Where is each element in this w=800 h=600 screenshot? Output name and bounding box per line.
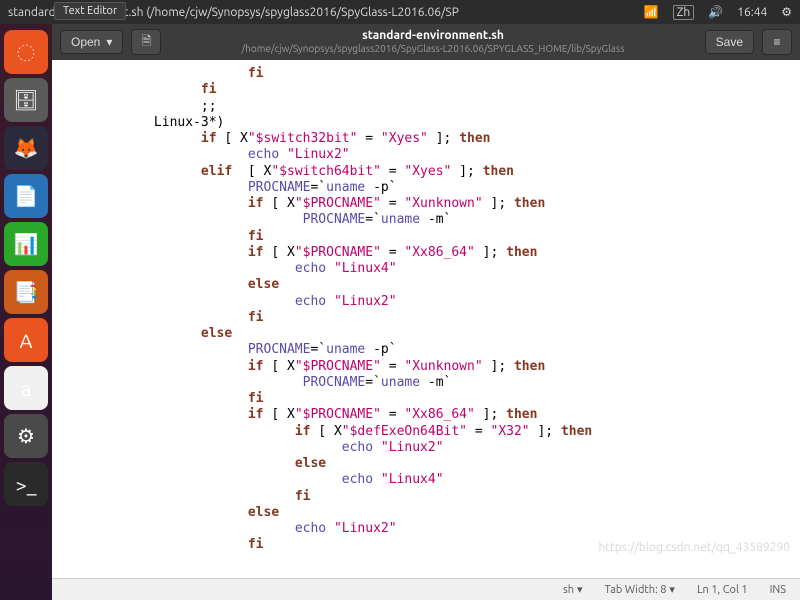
new-file-icon: 🗎 <box>142 32 152 53</box>
code-line[interactable]: fi <box>60 229 800 245</box>
code-line[interactable]: Linux-3*) <box>60 115 800 131</box>
save-label: Save <box>716 35 743 49</box>
code-line[interactable]: elif [ X"$switch64bit" = "Xyes" ]; then <box>60 164 800 180</box>
launcher-ubuntu-dash[interactable]: ◌ <box>4 30 48 74</box>
code-line[interactable]: ;; <box>60 99 800 115</box>
gear-icon[interactable]: ⚙ <box>781 5 792 19</box>
source-code[interactable]: fi fi ;; Linux-3*) if [ X"$switch32bit" … <box>52 60 800 560</box>
launcher-software[interactable]: A <box>4 318 48 362</box>
code-line[interactable]: else <box>60 277 800 293</box>
launcher-writer[interactable]: 📄 <box>4 174 48 218</box>
code-line[interactable]: fi <box>60 82 800 98</box>
code-line[interactable]: echo "Linux4" <box>60 261 800 277</box>
code-line[interactable]: PROCNAME=`uname -m` <box>60 375 800 391</box>
status-bar: sh ▾ Tab Width: 8 ▾ Ln 1, Col 1 INS <box>52 578 800 600</box>
code-line[interactable]: fi <box>60 391 800 407</box>
document-filename: standard-environment.sh <box>169 29 696 43</box>
code-line[interactable]: if [ X"$PROCNAME" = "Xunknown" ]; then <box>60 196 800 212</box>
code-line[interactable]: if [ X"$PROCNAME" = "Xunknown" ]; then <box>60 359 800 375</box>
launcher-firefox[interactable]: 🦊 <box>4 126 48 170</box>
unity-launcher: ◌🗄🦊📄📊📑Aa⚙>_ <box>0 24 52 600</box>
network-icon[interactable]: 📶 <box>644 5 659 19</box>
code-line[interactable]: echo "Linux2" <box>60 521 800 537</box>
system-tray: 📶 Zh 🔊 16:44 ⚙ <box>644 5 792 20</box>
document-title-area: standard-environment.sh /home/cjw/Synops… <box>169 29 696 55</box>
code-line[interactable]: fi <box>60 310 800 326</box>
launcher-amazon[interactable]: a <box>4 366 48 410</box>
app-tooltip: Text Editor <box>54 2 126 20</box>
launcher-settings[interactable]: ⚙ <box>4 414 48 458</box>
code-line[interactable]: PROCNAME=`uname -p` <box>60 180 800 196</box>
code-line[interactable]: PROCNAME=`uname -m` <box>60 212 800 228</box>
open-label: Open <box>71 35 100 49</box>
watermark: https://blog.csdn.net/qq_43589290 <box>598 541 790 554</box>
code-line[interactable]: else <box>60 326 800 342</box>
code-line[interactable]: else <box>60 456 800 472</box>
code-line[interactable]: if [ X"$PROCNAME" = "Xx86_64" ]; then <box>60 245 800 261</box>
code-line[interactable]: fi <box>60 489 800 505</box>
launcher-calc[interactable]: 📊 <box>4 222 48 266</box>
save-button[interactable]: Save <box>705 30 754 54</box>
hamburger-menu-button[interactable]: ≡ <box>762 29 792 55</box>
cursor-position: Ln 1, Col 1 <box>697 584 748 596</box>
launcher-impress[interactable]: 📑 <box>4 270 48 314</box>
input-method-indicator[interactable]: Zh <box>673 5 695 20</box>
language-selector[interactable]: sh ▾ <box>563 583 583 596</box>
code-line[interactable]: fi <box>60 66 800 82</box>
clock[interactable]: 16:44 <box>737 6 767 19</box>
chevron-down-icon: ▾ <box>106 35 112 49</box>
code-line[interactable]: if [ X"$PROCNAME" = "Xx86_64" ]; then <box>60 407 800 423</box>
code-line[interactable]: if [ X"$defExeOn64Bit" = "X32" ]; then <box>60 424 800 440</box>
new-document-button[interactable]: 🗎 <box>131 29 161 55</box>
hamburger-icon: ≡ <box>773 35 780 49</box>
editor-viewport[interactable]: fi fi ;; Linux-3*) if [ X"$switch32bit" … <box>52 60 800 578</box>
code-line[interactable]: else <box>60 505 800 521</box>
volume-icon[interactable]: 🔊 <box>708 5 723 19</box>
code-line[interactable]: if [ X"$switch32bit" = "Xyes" ]; then <box>60 131 800 147</box>
code-line[interactable]: echo "Linux2" <box>60 440 800 456</box>
launcher-terminal[interactable]: >_ <box>4 462 48 506</box>
insert-mode[interactable]: INS <box>770 584 786 596</box>
document-path: /home/cjw/Synopsys/spyglass2016/SpyGlass… <box>169 43 696 55</box>
code-line[interactable]: PROCNAME=`uname -p` <box>60 342 800 358</box>
tab-width-selector[interactable]: Tab Width: 8 ▾ <box>605 583 675 596</box>
gedit-window: Open ▾ 🗎 standard-environment.sh /home/c… <box>52 24 800 600</box>
code-line[interactable]: echo "Linux2" <box>60 294 800 310</box>
launcher-files[interactable]: 🗄 <box>4 78 48 122</box>
open-button[interactable]: Open ▾ <box>60 30 123 54</box>
code-line[interactable]: echo "Linux4" <box>60 472 800 488</box>
gedit-toolbar: Open ▾ 🗎 standard-environment.sh /home/c… <box>52 24 800 60</box>
code-line[interactable]: echo "Linux2" <box>60 147 800 163</box>
